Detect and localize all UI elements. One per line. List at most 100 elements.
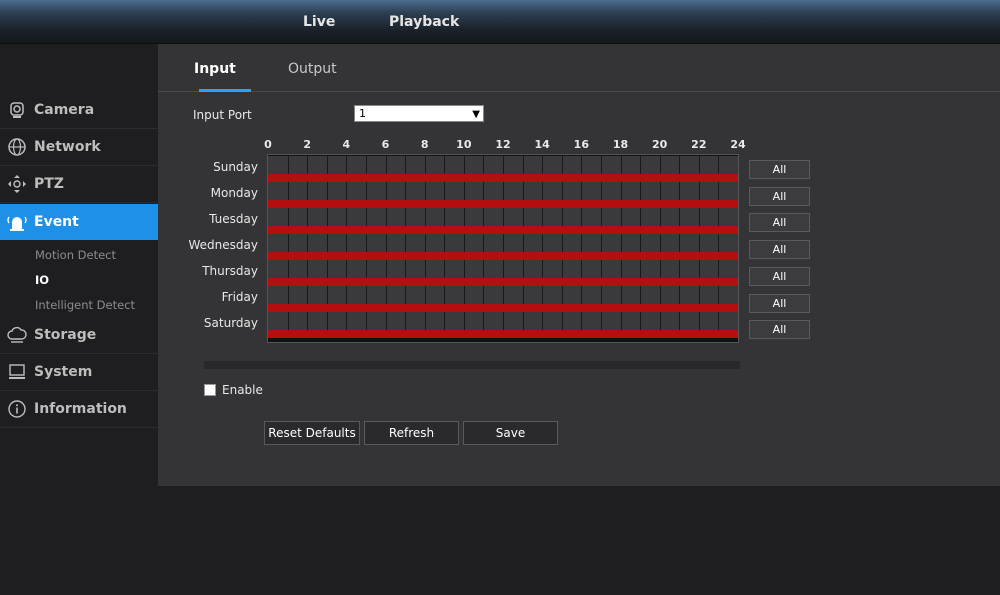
input-port-label: Input Port	[193, 108, 252, 122]
enable-label: Enable	[222, 383, 263, 397]
sidebar-item-event[interactable]: Event	[0, 204, 158, 240]
hour-gridline	[640, 182, 642, 200]
all-button-wednesday[interactable]: All	[749, 240, 810, 260]
playback-nav-link[interactable]: Playback	[389, 14, 459, 30]
hour-gridline	[503, 234, 504, 252]
hour-gridline	[385, 208, 387, 226]
hour-gridline	[640, 234, 642, 252]
schedule-row-friday[interactable]	[268, 286, 738, 312]
hour-gridline	[463, 156, 465, 174]
hour-gridline	[385, 156, 387, 174]
schedule-row-saturday[interactable]	[268, 312, 738, 338]
schedule-cells[interactable]	[268, 312, 738, 330]
hour-tick-label: 0	[264, 138, 272, 151]
hour-tick-label: 22	[691, 138, 707, 151]
scheduled-time-bar[interactable]	[268, 330, 738, 338]
enable-checkbox[interactable]	[204, 384, 216, 396]
hour-gridline	[385, 286, 387, 304]
sidebar-item-information[interactable]: Information	[0, 391, 158, 428]
hour-gridline	[365, 286, 367, 304]
hour-gridline	[405, 156, 407, 174]
subitem-motion-detect[interactable]: Motion Detect	[35, 248, 116, 262]
hour-gridline	[600, 234, 602, 252]
hour-gridline	[483, 312, 485, 330]
hour-gridline	[405, 312, 407, 330]
save-button[interactable]: Save	[463, 421, 558, 445]
hour-gridline	[640, 208, 642, 226]
hour-gridline	[385, 234, 387, 252]
day-label-sunday: Sunday	[213, 160, 258, 174]
hour-gridline	[326, 286, 328, 304]
schedule-row-monday[interactable]	[268, 182, 738, 208]
all-button-thursday[interactable]: All	[749, 266, 810, 286]
hour-gridline	[346, 312, 348, 330]
hour-gridline	[365, 156, 367, 174]
schedule-cells[interactable]	[268, 260, 738, 278]
schedule-row-thursday[interactable]	[268, 260, 738, 286]
input-port-select[interactable]: 1 ▼	[354, 105, 484, 122]
schedule-row-wednesday[interactable]	[268, 234, 738, 260]
sidebar: Camera Network PTZ Event Motion Detect I…	[0, 44, 167, 595]
scheduled-time-bar[interactable]	[268, 252, 738, 260]
schedule-grid[interactable]	[267, 154, 739, 343]
schedule-cells[interactable]	[268, 234, 738, 252]
hour-gridline	[522, 182, 524, 200]
live-nav-link[interactable]: Live	[303, 14, 335, 30]
sidebar-item-ptz[interactable]: PTZ	[0, 166, 158, 203]
hour-gridline	[561, 156, 563, 174]
day-label-friday: Friday	[221, 290, 258, 304]
hour-gridline	[365, 182, 367, 200]
schedule-cells[interactable]	[268, 208, 738, 226]
schedule-cells[interactable]	[268, 156, 738, 174]
horizontal-scrollbar[interactable]	[204, 361, 740, 369]
all-button-sunday[interactable]: All	[749, 160, 810, 179]
scheduled-time-bar[interactable]	[268, 226, 738, 234]
hour-gridline	[640, 156, 642, 174]
hour-gridline	[444, 234, 446, 252]
hour-gridline	[444, 208, 446, 226]
hour-gridline	[698, 208, 700, 226]
all-button-friday[interactable]: All	[749, 293, 810, 313]
scheduled-time-bar[interactable]	[268, 200, 738, 208]
hour-gridline	[503, 286, 504, 304]
reset-defaults-button[interactable]: Reset Defaults	[264, 421, 360, 445]
hour-gridline	[307, 312, 309, 330]
subitem-intelligent-detect[interactable]: Intelligent Detect	[35, 298, 135, 312]
hour-gridline	[542, 182, 544, 200]
schedule-cells[interactable]	[268, 286, 738, 304]
tab-input[interactable]: Input	[194, 61, 236, 77]
schedule-row-tuesday[interactable]	[268, 208, 738, 234]
sidebar-item-storage[interactable]: Storage	[0, 317, 158, 354]
schedule-row-sunday[interactable]	[268, 156, 738, 182]
hour-gridline	[463, 234, 465, 252]
all-button-monday[interactable]: All	[749, 186, 810, 206]
hour-gridline	[659, 312, 661, 330]
scheduled-time-bar[interactable]	[268, 304, 738, 312]
scheduled-time-bar[interactable]	[268, 174, 738, 182]
hour-gridline	[620, 156, 622, 174]
subitem-io[interactable]: IO	[35, 273, 49, 287]
hour-gridline	[600, 286, 602, 304]
hour-gridline	[287, 156, 289, 174]
sidebar-item-system[interactable]: System	[0, 354, 158, 391]
sidebar-item-camera[interactable]: Camera	[0, 92, 158, 129]
hour-gridline	[463, 260, 465, 278]
scheduled-time-bar[interactable]	[268, 278, 738, 286]
hour-gridline	[542, 286, 544, 304]
sidebar-item-network[interactable]: Network	[0, 129, 158, 166]
hour-gridline	[405, 208, 407, 226]
all-button-tuesday[interactable]: All	[749, 213, 810, 233]
hour-gridline	[620, 208, 622, 226]
all-button-saturday[interactable]: All	[749, 320, 810, 340]
hour-gridline	[287, 312, 289, 330]
hour-gridline	[307, 234, 309, 252]
hour-gridline	[542, 312, 544, 330]
hour-tick-label: 24	[730, 138, 746, 151]
schedule-cells[interactable]	[268, 182, 738, 200]
tab-output[interactable]: Output	[288, 61, 337, 77]
hour-gridline	[522, 234, 524, 252]
storage-icon	[6, 324, 28, 346]
hour-gridline	[620, 312, 622, 330]
hour-gridline	[385, 312, 387, 330]
refresh-button[interactable]: Refresh	[364, 421, 459, 445]
